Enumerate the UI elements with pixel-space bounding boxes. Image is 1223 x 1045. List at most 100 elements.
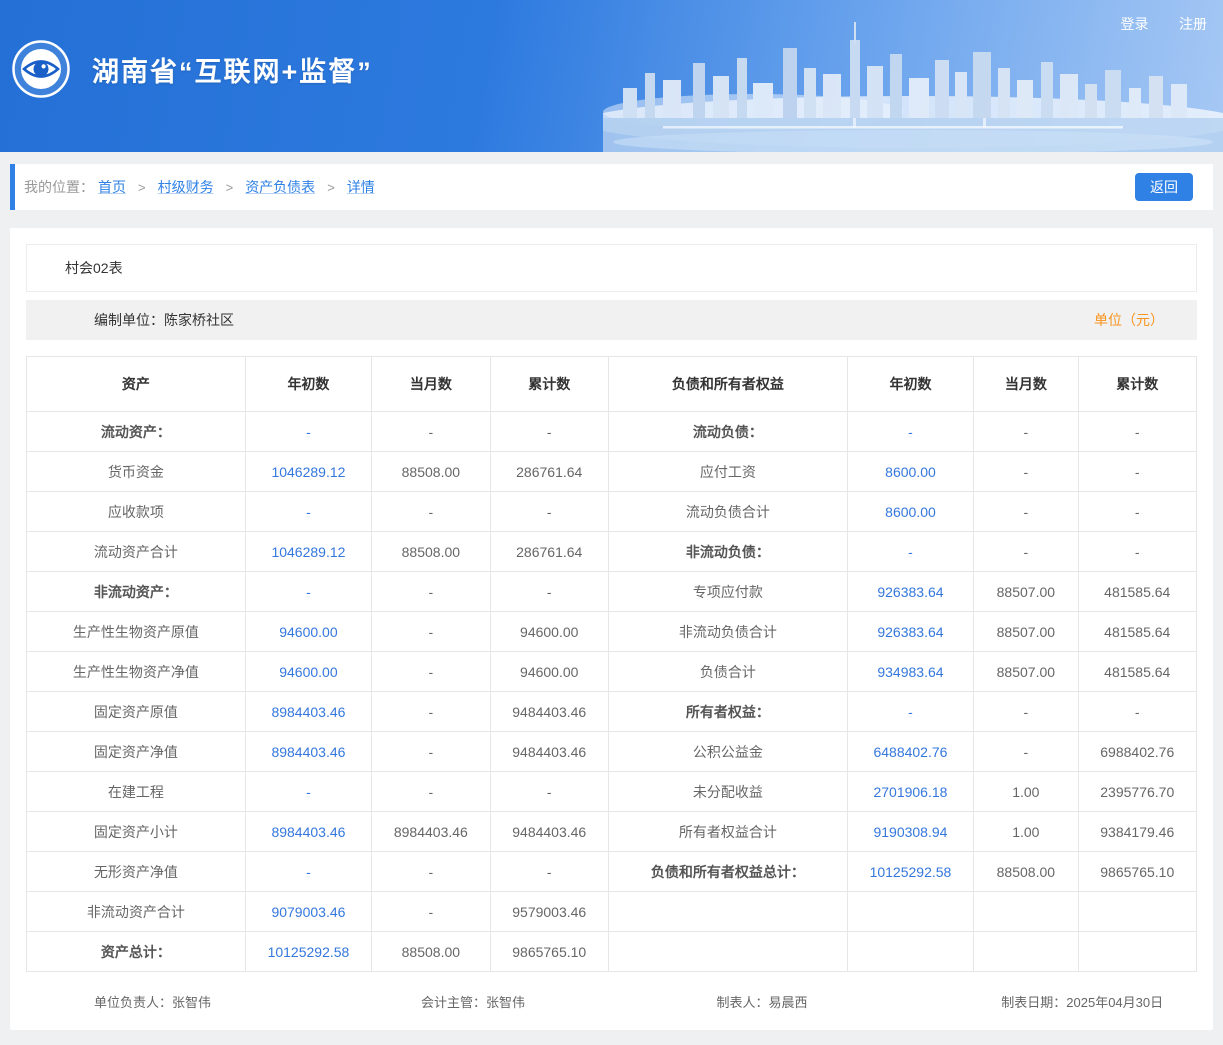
label-cell: 固定资产净值: [26, 731, 246, 772]
label-cell: 负债合计: [607, 651, 848, 692]
value-cell: 9484403.46: [489, 811, 609, 852]
value-cell: -: [973, 731, 1079, 772]
value-link-cell[interactable]: 8600.00: [846, 491, 975, 532]
breadcrumb-separator: >: [327, 179, 335, 195]
label-cell: 流动资产：: [26, 411, 246, 452]
value-cell: -: [371, 611, 491, 652]
label-cell: 所有者权益合计: [607, 811, 848, 852]
value-link-cell[interactable]: 8984403.46: [244, 731, 373, 772]
value-cell: -: [973, 691, 1079, 732]
label-cell: 在建工程: [26, 771, 246, 812]
currency-unit-label: 单位（元）: [1094, 312, 1164, 328]
value-cell: 9384179.46: [1077, 811, 1198, 852]
label-cell: 货币资金: [26, 451, 246, 492]
breadcrumb-label: 我的位置：: [24, 179, 94, 195]
value-cell: -: [973, 451, 1079, 492]
column-header: 年初数: [244, 356, 373, 412]
value-cell: -: [371, 771, 491, 812]
column-header: 累计数: [489, 356, 609, 412]
value-cell: 94600.00: [489, 611, 609, 652]
label-cell: 应收款项: [26, 491, 246, 532]
value-link-cell[interactable]: 934983.64: [846, 651, 975, 692]
register-link[interactable]: 注册: [1179, 16, 1207, 32]
breadcrumb-separator: >: [138, 179, 146, 195]
value-link-cell[interactable]: -: [846, 691, 975, 732]
value-link-cell[interactable]: -: [846, 411, 975, 452]
value-cell: 88507.00: [973, 651, 1079, 692]
value-link-cell[interactable]: -: [244, 491, 373, 532]
value-cell: 286761.64: [489, 451, 609, 492]
value-link-cell[interactable]: 8984403.46: [244, 811, 373, 852]
value-link-cell[interactable]: 10125292.58: [244, 931, 373, 972]
breadcrumb-link[interactable]: 详情: [347, 177, 375, 197]
value-link-cell[interactable]: -: [846, 531, 975, 572]
breadcrumb-separator: >: [225, 179, 234, 195]
value-cell: -: [1077, 531, 1198, 572]
value-link-cell[interactable]: -: [244, 411, 373, 452]
value-link-cell[interactable]: 94600.00: [244, 611, 373, 652]
value-link-cell[interactable]: 8600.00: [846, 451, 975, 492]
value-cell: 9484403.46: [489, 731, 609, 772]
value-link-cell[interactable]: -: [244, 771, 373, 812]
value-link-cell[interactable]: 926383.64: [846, 611, 975, 652]
value-cell: 88507.00: [973, 611, 1079, 652]
value-cell: 1.00: [973, 771, 1079, 812]
label-cell: 固定资产小计: [26, 811, 246, 852]
signature-row: 单位负责人：张智伟 会计主管：张智伟 制表人：易晨西 制表日期：2025年04月30日: [26, 972, 1197, 1030]
value-cell: -: [371, 571, 491, 612]
value-cell: -: [1077, 691, 1198, 732]
column-header: 负债和所有者权益: [607, 356, 848, 412]
value-link-cell[interactable]: 10125292.58: [846, 851, 975, 892]
value-link-cell[interactable]: 8984403.46: [244, 691, 373, 732]
column-header: 当月数: [973, 356, 1079, 412]
value-link-cell[interactable]: 1046289.12: [244, 531, 373, 572]
signature-item: 制表日期：2025年04月30日: [1001, 994, 1164, 1010]
table-row: 资产总计： 10125292.58 88508.00 9865765.10: [26, 931, 1198, 972]
report-meta-bar: 编制单位：陈家桥社区 单位（元）: [26, 300, 1197, 340]
breadcrumb-link[interactable]: 首页: [98, 177, 126, 197]
value-cell: 88508.00: [371, 531, 491, 572]
value-cell: -: [371, 691, 491, 732]
value-cell: 2395776.70: [1077, 771, 1198, 812]
back-button[interactable]: 返回: [1135, 173, 1193, 201]
label-cell: 流动负债合计: [607, 491, 848, 532]
value-link-cell[interactable]: 9079003.46: [244, 891, 373, 932]
site-logo-eye-icon: [12, 40, 70, 98]
value-cell: 481585.64: [1077, 611, 1198, 652]
table-row: 固定资产小计 8984403.46 8984403.46 9484403.46 所有者权…: [26, 811, 1198, 852]
value-cell: [1077, 931, 1198, 972]
label-cell: 公积公益金: [607, 731, 848, 772]
label-cell: 专项应付款: [607, 571, 848, 612]
value-cell: [1077, 891, 1198, 932]
value-cell: 88508.00: [973, 851, 1079, 892]
label-cell: 流动负债：: [607, 411, 848, 452]
value-link-cell[interactable]: -: [244, 571, 373, 612]
breadcrumb-link[interactable]: 村级财务: [158, 177, 214, 197]
value-cell: -: [371, 891, 491, 932]
value-link-cell[interactable]: 2701906.18: [846, 771, 975, 812]
breadcrumb-link[interactable]: 资产负债表: [245, 177, 315, 197]
value-link-cell[interactable]: -: [244, 851, 373, 892]
value-link-cell[interactable]: 926383.64: [846, 571, 975, 612]
value-link-cell[interactable]: 6488402.76: [846, 731, 975, 772]
value-cell: 286761.64: [489, 531, 609, 572]
login-link[interactable]: 登录: [1121, 16, 1149, 32]
label-cell: [607, 931, 848, 972]
table-row: 固定资产净值 8984403.46 - 9484403.46 公积公益金 6488402.…: [26, 731, 1198, 772]
label-cell: 未分配收益: [607, 771, 848, 812]
label-cell: 所有者权益：: [607, 691, 848, 732]
value-cell: [846, 891, 975, 932]
value-cell: 1.00: [973, 811, 1079, 852]
value-cell: 88508.00: [371, 931, 491, 972]
value-cell: 9865765.10: [1077, 851, 1198, 892]
value-cell: -: [973, 491, 1079, 532]
value-cell: -: [489, 411, 609, 452]
value-cell: -: [489, 571, 609, 612]
value-link-cell[interactable]: 94600.00: [244, 651, 373, 692]
value-link-cell[interactable]: 9190308.94: [846, 811, 975, 852]
value-cell: 6988402.76: [1077, 731, 1198, 772]
table-row: 无形资产净值 - - - 负债和所有者权益总计： 10125292.58 88508.00 9…: [26, 851, 1198, 892]
value-link-cell[interactable]: 1046289.12: [244, 451, 373, 492]
table-row: 流动资产： - - - 流动负债： - - -: [26, 411, 1198, 452]
breadcrumb-links: 首页 > 村级财务 > 资产负债表 > 详情: [94, 177, 379, 197]
